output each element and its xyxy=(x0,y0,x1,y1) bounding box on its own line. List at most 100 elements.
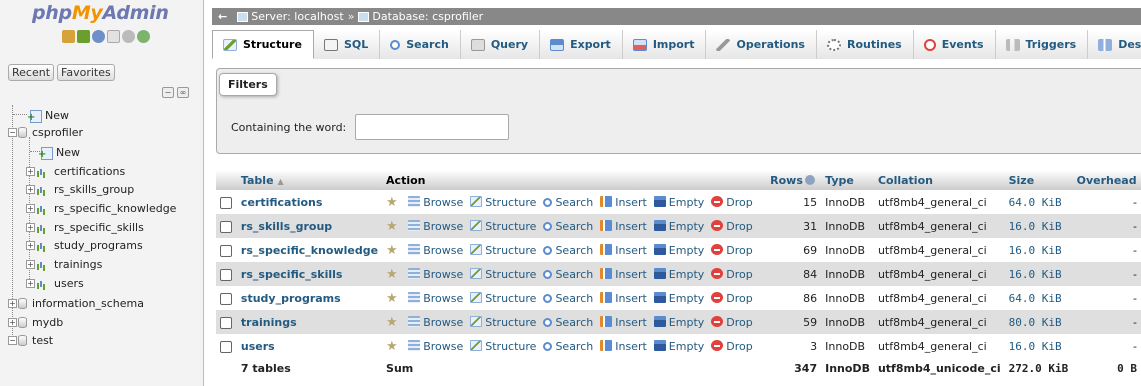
favorite-star-icon[interactable]: ★ xyxy=(386,339,398,354)
logout-icon[interactable] xyxy=(77,30,90,43)
structure-link[interactable]: Structure xyxy=(470,339,536,353)
help-icon[interactable] xyxy=(92,30,105,43)
expand-icon[interactable]: + xyxy=(26,222,35,232)
table-name-link[interactable]: study_programs xyxy=(241,292,341,305)
expand-icon[interactable]: + xyxy=(26,184,35,194)
insert-link[interactable]: Insert xyxy=(600,243,647,257)
row-size[interactable]: 16.0 KiB xyxy=(1004,262,1073,286)
collapse-icon[interactable]: − xyxy=(8,127,17,137)
size-link[interactable]: 16.0 KiB xyxy=(1009,268,1062,281)
breadcrumb-server[interactable]: Server: localhost xyxy=(237,10,344,23)
tree-table-new[interactable]: New xyxy=(38,143,80,161)
tree-db-mydb[interactable]: + mydb xyxy=(8,313,63,331)
collapse-all-icon[interactable]: − xyxy=(162,87,174,98)
tab-query[interactable]: Query xyxy=(460,30,541,59)
tab-export[interactable]: Export xyxy=(540,30,623,59)
expand-icon[interactable]: + xyxy=(8,298,17,308)
insert-link[interactable]: Insert xyxy=(600,339,647,353)
row-checkbox[interactable] xyxy=(220,316,232,329)
insert-link[interactable]: Insert xyxy=(600,267,647,281)
header-rows[interactable]: Rows xyxy=(766,170,822,190)
phpmyadmin-logo[interactable]: phpMyAdmin xyxy=(32,2,169,24)
tab-structure[interactable]: Structure xyxy=(212,30,314,59)
header-table[interactable]: Table ▲ xyxy=(236,170,383,190)
empty-link[interactable]: Empty xyxy=(653,243,704,257)
search-link[interactable]: Search xyxy=(543,292,593,305)
browse-link[interactable]: Browse xyxy=(408,339,463,353)
search-link[interactable]: Search xyxy=(543,268,593,281)
insert-link[interactable]: Insert xyxy=(600,291,647,305)
link-icon[interactable]: ∞ xyxy=(177,87,189,98)
search-link[interactable]: Search xyxy=(543,220,593,233)
size-link[interactable]: 64.0 KiB xyxy=(1009,196,1062,209)
expand-icon[interactable]: + xyxy=(26,259,35,269)
table-name-link[interactable]: rs_skills_group xyxy=(241,220,332,233)
search-link[interactable]: Search xyxy=(543,196,593,209)
row-checkbox[interactable] xyxy=(220,340,232,353)
row-checkbox[interactable] xyxy=(220,220,232,233)
header-overhead[interactable]: Overhead xyxy=(1072,170,1141,190)
table-name-link[interactable]: users xyxy=(241,340,275,353)
filter-input[interactable] xyxy=(355,114,509,140)
search-link[interactable]: Search xyxy=(543,340,593,353)
browse-link[interactable]: Browse xyxy=(408,243,463,257)
table-name-link[interactable]: rs_specific_knowledge xyxy=(241,244,378,257)
row-size[interactable]: 80.0 KiB xyxy=(1004,310,1073,334)
browse-link[interactable]: Browse xyxy=(408,291,463,305)
favorites-button[interactable]: Favorites xyxy=(57,64,115,81)
header-size[interactable]: Size xyxy=(1004,170,1073,190)
tab-import[interactable]: Import xyxy=(622,30,707,59)
drop-link[interactable]: Drop xyxy=(711,267,753,281)
table-name-link[interactable]: certifications xyxy=(241,196,323,209)
structure-link[interactable]: Structure xyxy=(470,243,536,257)
tree-db-information-schema[interactable]: + information_schema xyxy=(8,294,144,312)
back-arrow-icon[interactable]: ← xyxy=(218,10,227,23)
browse-link[interactable]: Browse xyxy=(408,219,463,233)
tab-designer[interactable]: Designer xyxy=(1088,30,1141,59)
tree-table-trainings[interactable]: + trainings xyxy=(26,255,102,273)
row-checkbox[interactable] xyxy=(220,196,232,209)
tree-table-study-programs[interactable]: + study_programs xyxy=(26,236,143,254)
row-size[interactable]: 16.0 KiB xyxy=(1004,238,1073,262)
structure-link[interactable]: Structure xyxy=(470,291,536,305)
tab-events[interactable]: Events xyxy=(913,30,996,59)
header-collation[interactable]: Collation xyxy=(873,170,1005,190)
table-name-link[interactable]: trainings xyxy=(241,316,297,329)
expand-icon[interactable]: + xyxy=(26,166,35,176)
row-checkbox[interactable] xyxy=(220,268,232,281)
favorite-star-icon[interactable]: ★ xyxy=(386,243,398,258)
row-checkbox[interactable] xyxy=(220,244,232,257)
breadcrumb-database[interactable]: Database: csprofiler xyxy=(358,10,483,23)
size-link[interactable]: 16.0 KiB xyxy=(1009,340,1062,353)
tab-operations[interactable]: Operations xyxy=(706,30,817,59)
drop-link[interactable]: Drop xyxy=(711,315,753,329)
tree-table-certifications[interactable]: + certifications xyxy=(26,162,125,180)
empty-link[interactable]: Empty xyxy=(653,339,704,353)
size-link[interactable]: 16.0 KiB xyxy=(1009,220,1062,233)
expand-icon[interactable]: + xyxy=(26,240,35,250)
recent-button[interactable]: Recent xyxy=(8,64,55,81)
tab-routines[interactable]: Routines xyxy=(816,30,914,59)
tab-sql[interactable]: SQL xyxy=(313,30,381,59)
size-link[interactable]: 80.0 KiB xyxy=(1009,316,1062,329)
favorite-star-icon[interactable]: ★ xyxy=(386,315,398,330)
row-size[interactable]: 16.0 KiB xyxy=(1004,214,1073,238)
favorite-star-icon[interactable]: ★ xyxy=(386,291,398,306)
browse-link[interactable]: Browse xyxy=(408,315,463,329)
tab-search[interactable]: Search xyxy=(380,30,461,59)
browse-link[interactable]: Browse xyxy=(408,267,463,281)
row-size[interactable]: 64.0 KiB xyxy=(1004,286,1073,310)
search-link[interactable]: Search xyxy=(543,316,593,329)
search-link[interactable]: Search xyxy=(543,244,593,257)
settings-icon[interactable] xyxy=(122,30,135,43)
structure-link[interactable]: Structure xyxy=(470,315,536,329)
drop-link[interactable]: Drop xyxy=(711,339,753,353)
table-name-link[interactable]: rs_specific_skills xyxy=(241,268,343,281)
size-link[interactable]: 64.0 KiB xyxy=(1009,292,1062,305)
tree-new-database[interactable]: New xyxy=(27,106,69,124)
insert-link[interactable]: Insert xyxy=(600,219,647,233)
docs-icon[interactable] xyxy=(107,30,120,43)
expand-icon[interactable]: + xyxy=(8,317,17,327)
favorite-star-icon[interactable]: ★ xyxy=(386,219,398,234)
insert-link[interactable]: Insert xyxy=(600,315,647,329)
